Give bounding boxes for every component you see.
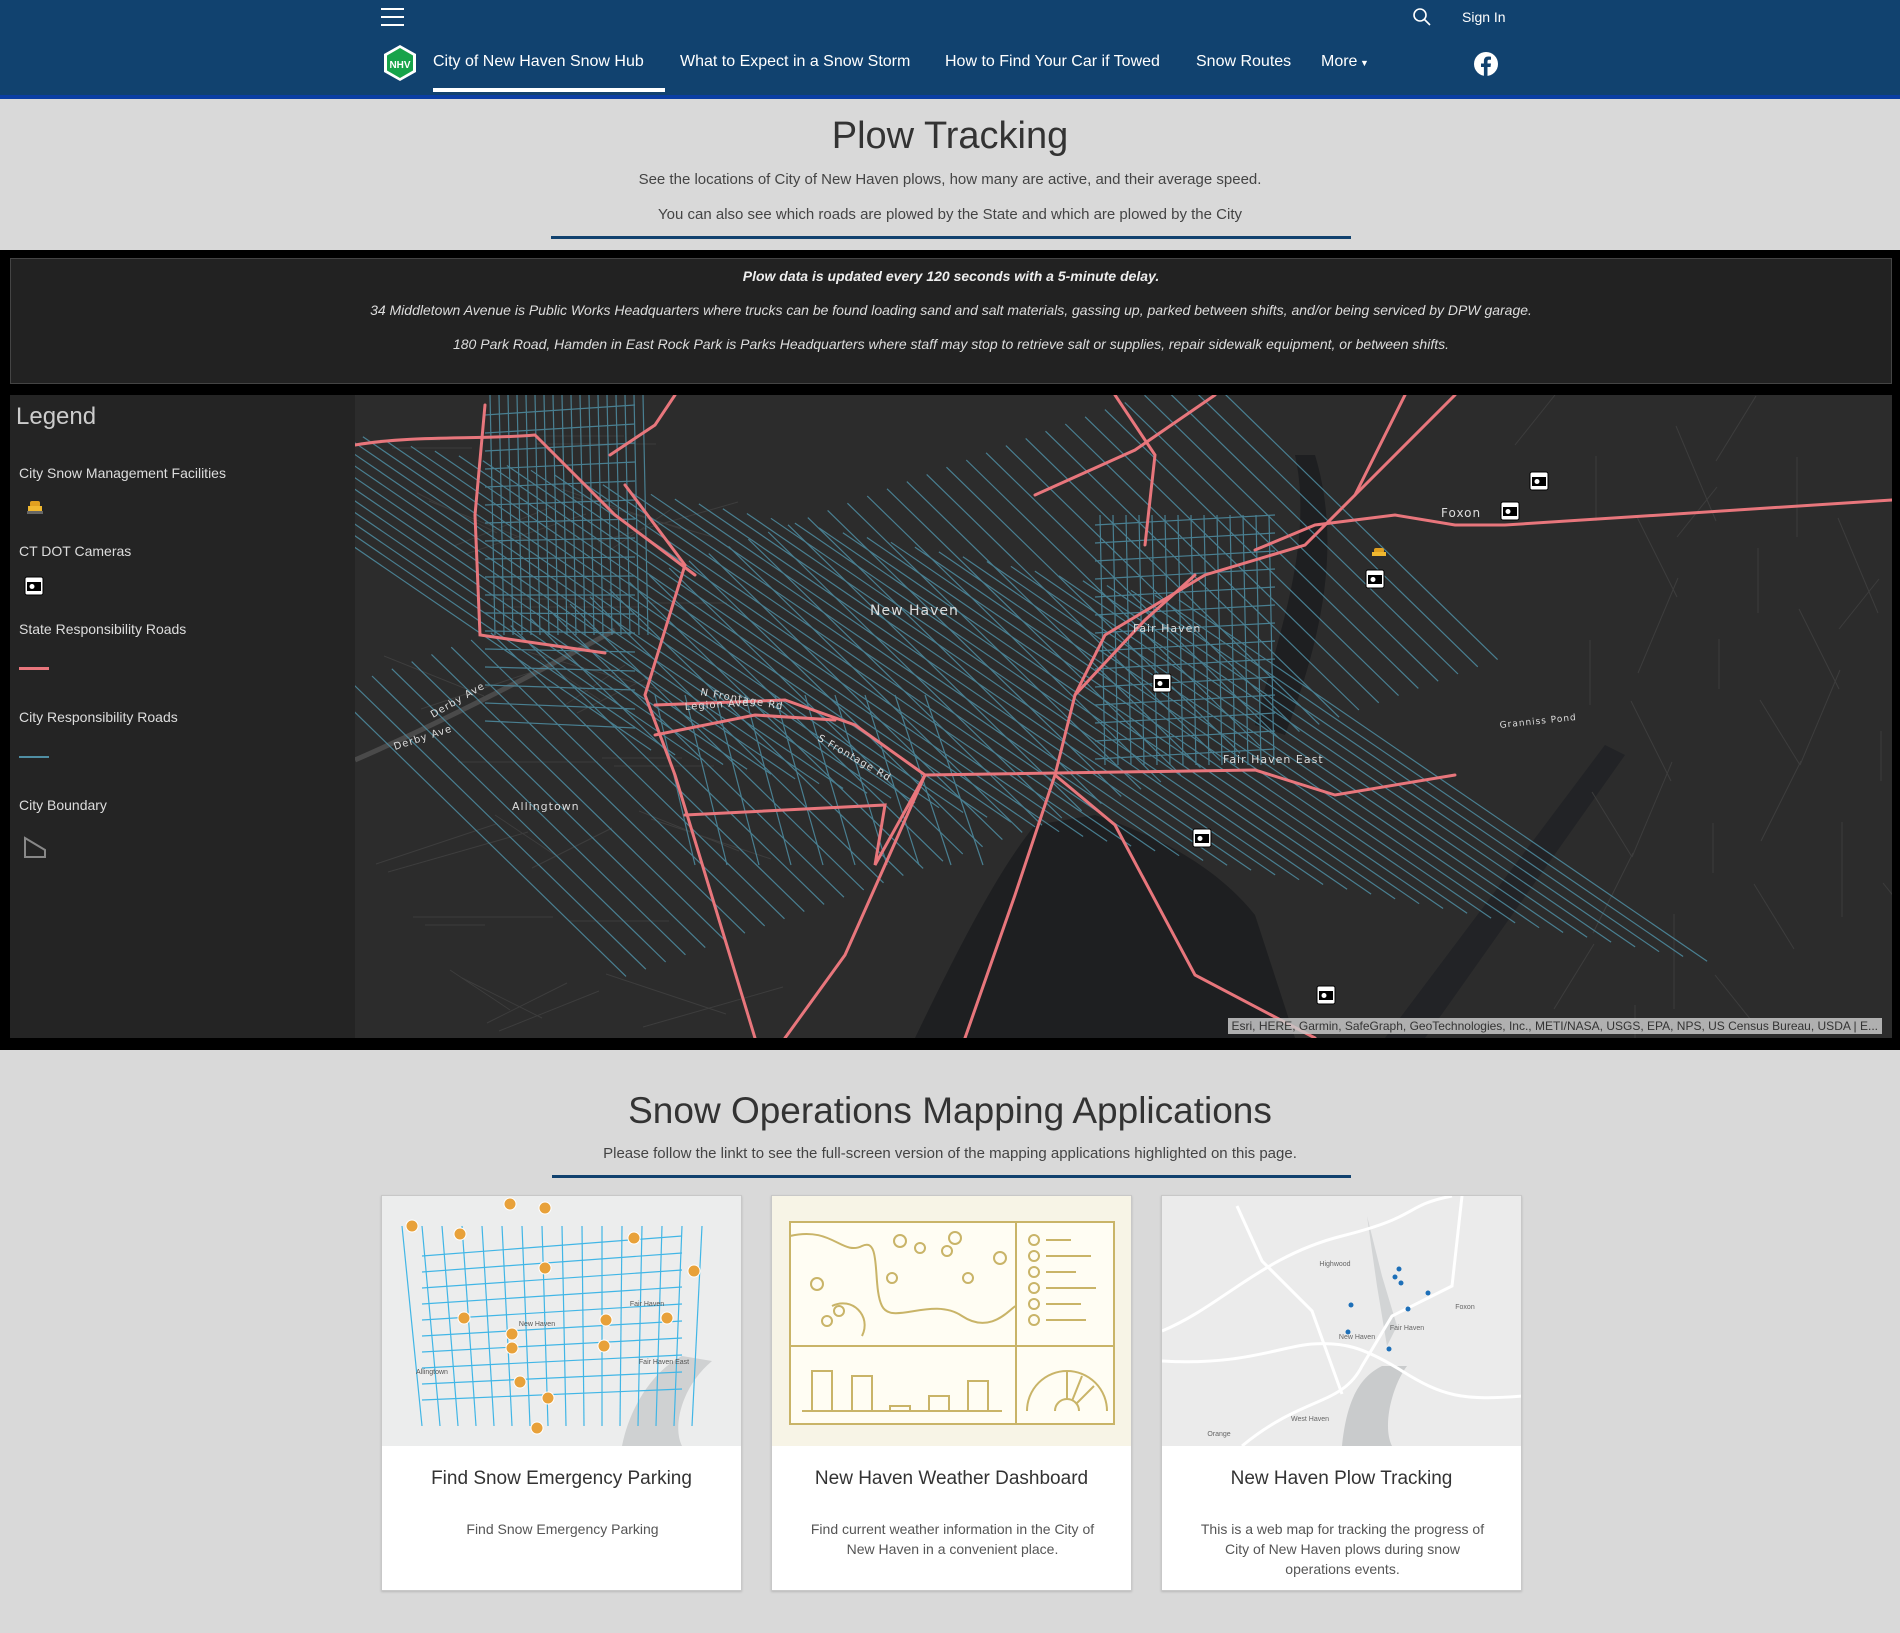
parking-marker: [599, 1313, 613, 1327]
card-description: Find Snow Emergency Parking: [466, 1521, 659, 1537]
card-title[interactable]: New Haven Plow Tracking: [1162, 1468, 1521, 1490]
notice-box: Plow data is updated every 120 seconds w…: [10, 258, 1892, 384]
map-canvas[interactable]: New Haven Fair Haven Fair Haven East Foxon A…: [355, 395, 1892, 1038]
thumb-label: Orange: [1207, 1431, 1230, 1438]
apps-title: Snow Operations Mapping Applications: [628, 1090, 1272, 1131]
thumb-label: Allingtown: [416, 1369, 448, 1376]
legend-label: City Boundary: [19, 797, 107, 813]
camera-icon[interactable]: [1529, 471, 1549, 491]
camera-icon[interactable]: [1500, 501, 1520, 521]
parking-marker: [503, 1197, 517, 1211]
parking-marker: [530, 1421, 544, 1435]
city-road-line-symbol: [19, 756, 49, 758]
nav-snow-hub[interactable]: City of New Haven Snow Hub: [433, 53, 644, 71]
parking-marker: [660, 1311, 674, 1325]
nav-more-label: More: [1321, 53, 1358, 70]
parking-marker: [541, 1391, 555, 1405]
logo-text: NHV: [389, 60, 410, 71]
caret-down-icon: ▼: [1357, 58, 1369, 68]
apps-subtitle: Please follow the linkt to see the full-…: [603, 1145, 1297, 1162]
camera-icon[interactable]: [1365, 569, 1385, 589]
sign-in-link[interactable]: Sign In: [1462, 9, 1506, 25]
parking-marker: [457, 1311, 471, 1325]
section-divider: [552, 1175, 1351, 1178]
parking-marker: [505, 1327, 519, 1341]
card-title[interactable]: Find Snow Emergency Parking: [382, 1468, 741, 1490]
thumb-label: Fair Haven: [630, 1301, 664, 1308]
map-label: Allingtown: [512, 800, 580, 813]
camera-icon[interactable]: [1152, 673, 1172, 693]
legend-title: Legend: [16, 403, 97, 430]
parking-marker: [405, 1219, 419, 1233]
parking-marker: [597, 1339, 611, 1353]
map-label: Foxon: [1441, 506, 1481, 520]
thumb-label: West Haven: [1291, 1416, 1329, 1423]
city-boundary-symbol: [24, 836, 46, 858]
nav-snow-routes[interactable]: Snow Routes: [1196, 53, 1291, 71]
state-road-line-symbol: [19, 667, 49, 670]
thumb-label: New Haven: [519, 1321, 555, 1328]
legend-label: State Responsibility Roads: [19, 621, 187, 637]
intro-line-1: See the locations of City of New Haven p…: [638, 171, 1262, 188]
card-description: Find current weather information in the …: [810, 1521, 1095, 1557]
parking-marker: [453, 1227, 467, 1241]
map-label: New Haven: [870, 603, 959, 619]
card-title[interactable]: New Haven Weather Dashboard: [772, 1468, 1131, 1490]
card-thumbnail: [772, 1196, 1131, 1446]
snowplow-icon: [27, 501, 43, 514]
map-label: Fair Haven: [1133, 622, 1201, 635]
map-label: Fair Haven East: [1223, 753, 1324, 766]
parking-marker: [538, 1261, 552, 1275]
page-title: Plow Tracking: [831, 115, 1069, 157]
notice-line-1: Plow data is updated every 120 seconds w…: [742, 268, 1160, 284]
parking-marker: [627, 1231, 641, 1245]
legend-panel: Legend City Snow Management Facilities C…: [10, 395, 355, 1038]
menu-icon[interactable]: [381, 7, 405, 27]
thumb-label: Foxon: [1455, 1304, 1475, 1311]
facebook-icon[interactable]: [1474, 52, 1498, 76]
camera-icon[interactable]: [1316, 985, 1336, 1005]
thumb-label: Highwood: [1319, 1261, 1350, 1268]
plow-tracking-map[interactable]: New Haven Fair Haven Fair Haven East Foxon A…: [355, 395, 1892, 1038]
camera-icon[interactable]: [1192, 828, 1212, 848]
nav-what-to-expect[interactable]: What to Expect in a Snow Storm: [680, 53, 910, 71]
legend-label: City Snow Management Facilities: [19, 465, 226, 481]
parking-marker: [513, 1375, 527, 1389]
notice-line-2: 34 Middletown Avenue is Public Works Hea…: [370, 302, 1532, 318]
app-card-plow-tracking[interactable]: Highwood New Haven Fair Haven Foxon West…: [1161, 1195, 1522, 1591]
section-divider: [551, 236, 1351, 239]
parking-marker: [505, 1341, 519, 1355]
parking-marker: [687, 1264, 701, 1278]
map-attribution: Esri, HERE, Garmin, SafeGraph, GeoTechno…: [1227, 1018, 1882, 1034]
thumb-label: New Haven: [1339, 1334, 1375, 1341]
nav-more[interactable]: More ▼: [1321, 53, 1369, 71]
nav-find-towed-car[interactable]: How to Find Your Car if Towed: [945, 53, 1160, 71]
intro-line-2: You can also see which roads are plowed …: [658, 206, 1242, 223]
city-logo[interactable]: NHV: [383, 44, 417, 82]
card-thumbnail: Highwood New Haven Fair Haven Foxon West…: [1162, 1196, 1521, 1446]
card-thumbnail: New Haven Fair Haven Fair Haven East Alling…: [382, 1196, 741, 1446]
active-nav-underline: [433, 88, 665, 92]
notice-line-3: 180 Park Road, Hamden in East Rock Park …: [452, 336, 1450, 352]
camera-icon: [24, 576, 44, 596]
parking-marker: [538, 1201, 552, 1215]
app-card-emergency-parking[interactable]: New Haven Fair Haven Fair Haven East Alling…: [381, 1195, 742, 1591]
search-icon[interactable]: [1412, 7, 1432, 27]
legend-label: City Responsibility Roads: [19, 709, 178, 725]
site-header: Sign In NHV City of New Haven Snow Hub W…: [0, 0, 1900, 99]
thumb-label: Fair Haven East: [639, 1359, 689, 1366]
card-description: This is a web map for tracking the progr…: [1200, 1521, 1485, 1577]
app-card-weather-dashboard[interactable]: New Haven Weather Dashboard Find current…: [771, 1195, 1132, 1591]
thumb-label: Fair Haven: [1390, 1325, 1424, 1332]
legend-label: CT DOT Cameras: [19, 543, 132, 559]
